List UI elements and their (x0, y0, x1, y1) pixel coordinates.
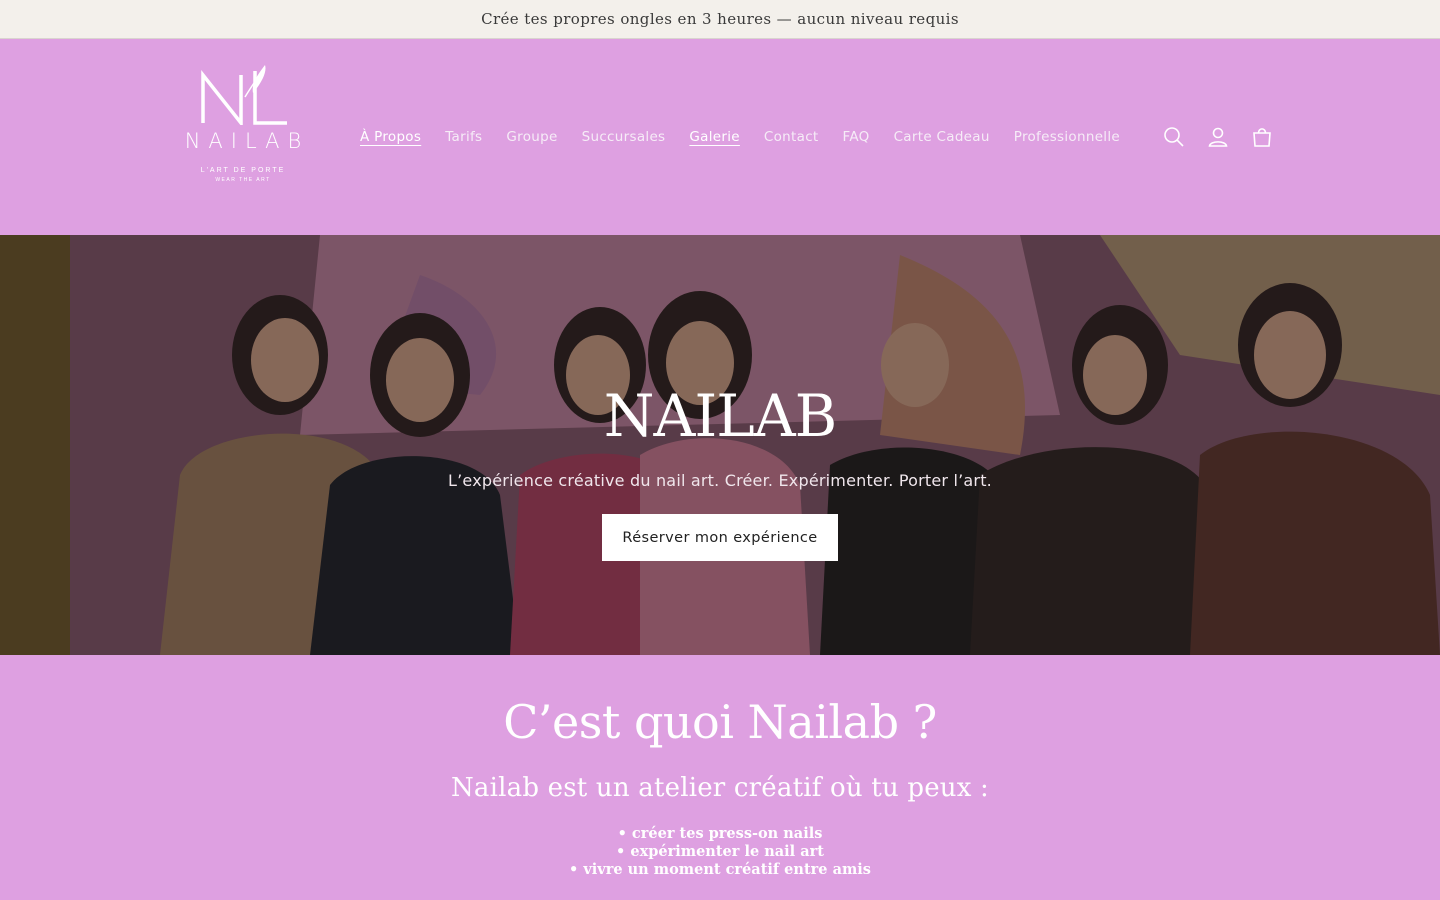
nav-item-succursales[interactable]: Succursales (570, 129, 678, 145)
about-bullet-list: • créer tes press-on nails • expérimente… (0, 825, 1440, 879)
nav-item-groupe[interactable]: Groupe (494, 129, 569, 145)
logo-tagline: L'ART DE PORTE (200, 167, 286, 174)
about-subheading: Nailab est un atelier créatif où tu peux… (450, 773, 990, 803)
nav-item-contact[interactable]: Contact (752, 129, 831, 145)
announcement-text: Crée tes propres ongles en 3 heures — au… (481, 10, 959, 28)
nav-item-galerie[interactable]: Galerie (677, 129, 752, 145)
hero-content: NAILAB L’expérience créative du nail art… (0, 235, 1440, 655)
logo-subtagline: WEAR THE ART (215, 177, 271, 183)
nav-item-tarifs[interactable]: Tarifs (433, 129, 494, 145)
nav-item-faq[interactable]: FAQ (831, 129, 882, 145)
header-icons (1162, 39, 1274, 235)
site-header: NAILAB L'ART DE PORTE WEAR THE ART À Pro… (0, 39, 1440, 235)
site-logo[interactable]: NAILAB L'ART DE PORTE WEAR THE ART (168, 63, 318, 213)
hero-banner: NAILAB L’expérience créative du nail art… (0, 235, 1440, 655)
main-navigation: À Propos Tarifs Groupe Succursales Galer… (348, 39, 1132, 235)
list-item: • vivre un moment créatif entre amis (569, 861, 871, 878)
about-heading: C’est quoi Nailab ? (503, 695, 937, 749)
hero-title: NAILAB (603, 382, 838, 450)
hero-subtitle: L’expérience créative du nail art. Créer… (448, 471, 992, 490)
search-icon[interactable] (1162, 125, 1186, 149)
nav-item-carte-cadeau[interactable]: Carte Cadeau (882, 129, 1002, 145)
logo-wordmark: NAILAB (184, 129, 310, 153)
book-experience-button[interactable]: Réserver mon expérience (602, 514, 838, 561)
nav-item-professionnelle[interactable]: Professionnelle (1002, 129, 1132, 145)
cart-icon[interactable] (1250, 125, 1274, 149)
announcement-bar: Crée tes propres ongles en 3 heures — au… (0, 0, 1440, 39)
list-item: • expérimenter le nail art (616, 843, 824, 860)
account-icon[interactable] (1206, 125, 1230, 149)
about-section: C’est quoi Nailab ? Nailab est un atelie… (0, 655, 1440, 900)
logo-monogram-icon (201, 65, 287, 125)
nav-item-a-propos[interactable]: À Propos (348, 129, 433, 145)
list-item: • créer tes press-on nails (617, 825, 823, 842)
